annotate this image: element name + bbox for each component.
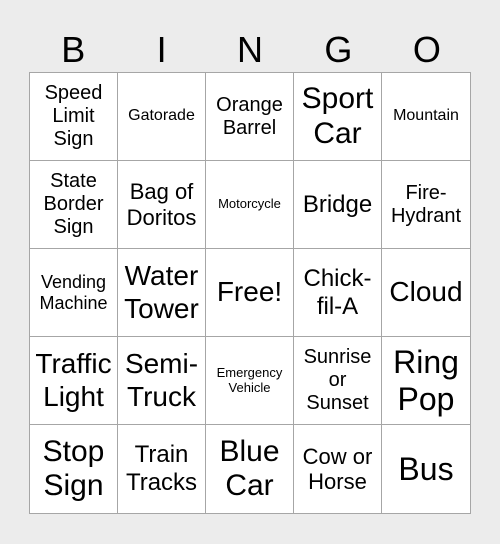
bingo-cell[interactable]: Vending Machine [30,249,118,337]
bingo-cell[interactable]: Ring Pop [382,337,470,425]
free-space[interactable]: Free! [206,249,294,337]
bingo-cell[interactable]: Stop Sign [30,425,118,513]
bingo-cell[interactable]: Semi-Truck [118,337,206,425]
bingo-cell[interactable]: Bus [382,425,470,513]
bingo-cell[interactable]: Mountain [382,73,470,161]
bingo-cell[interactable]: Sport Car [294,73,382,161]
header-letter-i: I [156,29,167,70]
bingo-cell[interactable]: Bag of Doritos [118,161,206,249]
bingo-card: Speed Limit Sign Gatorade Orange Barrel … [29,72,471,514]
bingo-cell[interactable]: Cloud [382,249,470,337]
bingo-cell[interactable]: Chick-fil-A [294,249,382,337]
bingo-cell[interactable]: Blue Car [206,425,294,513]
bingo-cell[interactable]: State Border Sign [30,161,118,249]
bingo-cell[interactable]: Bridge [294,161,382,249]
bingo-cell[interactable]: Sunrise or Sunset [294,337,382,425]
bingo-cell[interactable]: Fire-Hydrant [382,161,470,249]
bingo-header: B I N G O [29,28,471,72]
bingo-cell[interactable]: Cow or Horse [294,425,382,513]
header-letter-n: N [237,29,264,70]
bingo-cell[interactable]: Speed Limit Sign [30,73,118,161]
header-letter-b: B [61,29,86,70]
header-letter-o: O [412,29,441,70]
bingo-cell[interactable]: Motorcycle [206,161,294,249]
bingo-cell[interactable]: Gatorade [118,73,206,161]
bingo-cell[interactable]: Emergency Vehicle [206,337,294,425]
bingo-cell[interactable]: Orange Barrel [206,73,294,161]
bingo-cell[interactable]: Train Tracks [118,425,206,513]
bingo-cell[interactable]: Traffic Light [30,337,118,425]
header-letter-g: G [324,29,353,70]
bingo-cell[interactable]: Water Tower [118,249,206,337]
